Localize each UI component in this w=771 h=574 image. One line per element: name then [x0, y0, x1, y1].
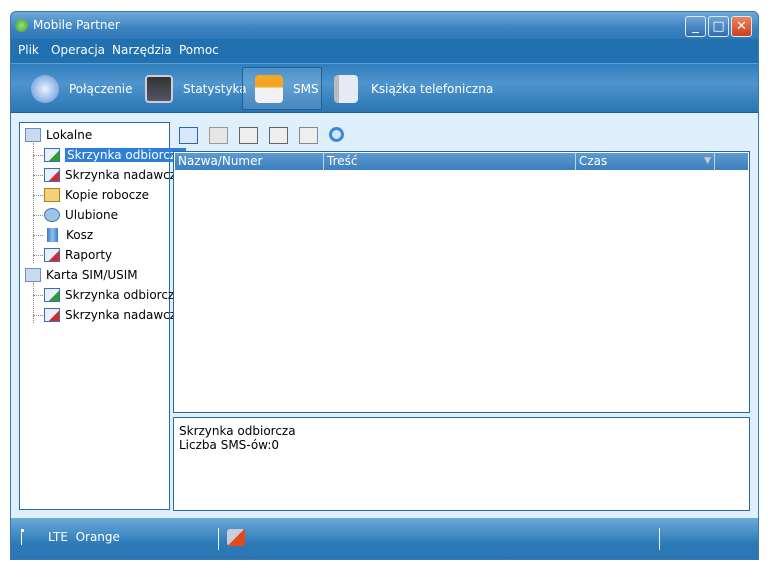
node-label: Skrzynka nadawcza	[65, 168, 183, 182]
drafts-icon	[44, 188, 60, 202]
tree-item-drafts[interactable]: Kopie robocze	[44, 186, 149, 204]
node-label: Skrzynka odbiorcza	[65, 288, 182, 302]
forward-icon[interactable]	[239, 127, 258, 144]
window-title: Mobile Partner	[33, 18, 120, 32]
inbox-icon	[44, 148, 60, 162]
tree-node-sim[interactable]: Karta SIM/USIM	[25, 266, 138, 284]
node-label: Skrzynka odbiorcza	[65, 148, 186, 162]
tree-item-reports[interactable]: Raporty	[44, 246, 112, 264]
menu-pomoc[interactable]: Pomoc	[179, 43, 219, 57]
tab-label: Statystyka	[183, 82, 247, 96]
close-button[interactable]: ✕	[731, 16, 752, 37]
main-toolbar: Połączenie Statystyka SMS Książka telefo…	[11, 63, 758, 113]
node-label: Skrzynka nadawcza	[65, 308, 183, 322]
node-label: Karta SIM/USIM	[46, 268, 138, 282]
maximize-button[interactable]: □	[708, 16, 729, 37]
folder-icon	[25, 128, 41, 142]
col-time-label: Czas	[579, 154, 607, 168]
favorites-icon	[44, 208, 60, 222]
title-bar: Mobile Partner _ □ ✕	[11, 12, 758, 39]
table-header: Nazwa/Numer Treść Czas ▼	[175, 153, 748, 170]
search-icon[interactable]	[329, 127, 344, 142]
sms-icon	[255, 75, 283, 103]
menu-bar: Plik Operacja Narzędzia Pomoc	[11, 39, 758, 63]
resend-icon[interactable]	[299, 127, 318, 144]
phonebook-icon	[334, 75, 358, 103]
folder-tree: Lokalne Skrzynka odbiorcza Skrzynka nada…	[19, 122, 170, 510]
tab-label: SMS	[293, 82, 319, 96]
new-message-icon[interactable]	[179, 127, 198, 144]
content-area: Lokalne Skrzynka odbiorcza Skrzynka nada…	[11, 113, 758, 518]
reply-icon[interactable]	[269, 127, 288, 144]
tab-polaczenie[interactable]: Połączenie	[31, 67, 133, 110]
outbox-icon	[44, 168, 60, 182]
tree-item-local-inbox[interactable]: Skrzynka odbiorcza	[44, 146, 186, 164]
message-preview: Skrzynka odbiorcza Liczba SMS-ów:0	[173, 417, 750, 511]
col-time[interactable]: Czas ▼	[576, 153, 715, 170]
tree-item-trash[interactable]: Kosz	[44, 226, 93, 244]
connection-icon	[31, 75, 59, 103]
reports-icon	[44, 248, 60, 262]
tab-statystyka[interactable]: Statystyka	[145, 67, 247, 110]
main-window: Mobile Partner _ □ ✕ Plik Operacja Narzę…	[10, 11, 759, 560]
preview-folder: Skrzynka odbiorcza	[179, 424, 744, 438]
minimize-button[interactable]: _	[685, 16, 706, 37]
node-label: Kopie robocze	[65, 188, 149, 202]
col-name[interactable]: Nazwa/Numer	[175, 153, 324, 170]
tree-item-sim-outbox[interactable]: Skrzynka nadawcza	[44, 306, 183, 324]
tree-item-favorites[interactable]: Ulubione	[44, 206, 118, 224]
tab-ksiazka[interactable]: Książka telefoniczna	[334, 67, 493, 110]
delete-icon[interactable]	[209, 127, 228, 144]
statistics-icon	[145, 75, 173, 103]
tab-sms[interactable]: SMS	[242, 67, 322, 110]
node-label: Kosz	[66, 228, 93, 242]
signal-icon	[21, 529, 24, 545]
outbox-icon	[44, 308, 60, 322]
tab-label: Połączenie	[69, 82, 133, 96]
tree-item-local-outbox[interactable]: Skrzynka nadawcza	[44, 166, 183, 184]
app-logo-icon	[15, 19, 28, 32]
message-table: Nazwa/Numer Treść Czas ▼	[173, 151, 750, 413]
col-content[interactable]: Treść	[324, 153, 576, 170]
node-label: Ulubione	[65, 208, 118, 222]
tree-item-sim-inbox[interactable]: Skrzynka odbiorcza	[44, 286, 182, 304]
trash-icon	[47, 228, 58, 242]
menu-plik[interactable]: Plik	[18, 43, 39, 57]
connection-status-icon	[227, 529, 245, 546]
tree-node-lokalne[interactable]: Lokalne	[25, 126, 92, 144]
inbox-icon	[44, 288, 60, 302]
sort-arrow-icon: ▼	[704, 153, 711, 170]
network-name: LTE Orange	[48, 530, 120, 544]
status-bar: LTE Orange	[11, 518, 758, 560]
folder-icon	[25, 268, 41, 282]
sms-actions	[179, 127, 344, 144]
node-label: Raporty	[65, 248, 112, 262]
tab-label: Książka telefoniczna	[371, 82, 493, 96]
menu-operacja[interactable]: Operacja	[51, 43, 105, 57]
node-label: Lokalne	[46, 128, 92, 142]
menu-narzedzia[interactable]: Narzędzia	[112, 43, 172, 57]
preview-count: Liczba SMS-ów:0	[179, 438, 744, 452]
